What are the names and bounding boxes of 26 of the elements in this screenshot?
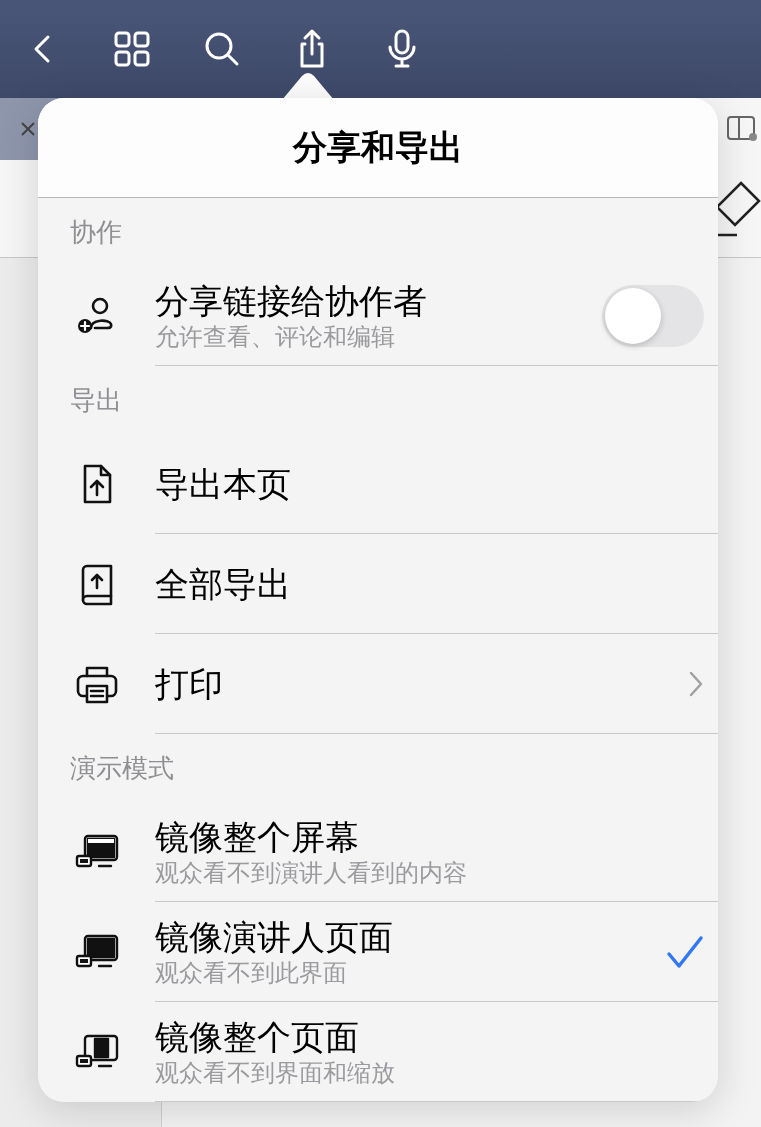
item-title: 镜像整个页面 (155, 1016, 360, 1058)
item-title: 全部导出 (155, 563, 292, 605)
menu-item[interactable]: 打印 (38, 634, 718, 734)
close-icon (20, 121, 36, 137)
toggle-switch[interactable] (602, 284, 704, 347)
item-title: 导出本页 (155, 463, 292, 505)
popover-title: 分享和导出 (293, 127, 463, 168)
item-subtitle: 允许查看、评论和编辑 (155, 321, 396, 352)
chevron-right-icon (688, 669, 704, 698)
menu-item[interactable]: 分享链接给协作者 允许查看、评论和编辑 (38, 266, 718, 366)
item-subtitle: 观众看不到界面和缩放 (155, 1057, 396, 1088)
item-subtitle: 观众看不到此界面 (155, 957, 348, 988)
menu-item[interactable]: 镜像整个屏幕 观众看不到演讲人看到的内容 (38, 802, 718, 902)
section-header: 演示模式 (70, 751, 174, 785)
item-title: 打印 (155, 663, 224, 705)
item-title: 镜像整个屏幕 (155, 816, 360, 858)
section-header: 导出 (70, 383, 122, 417)
menu-item[interactable]: 全部导出 (38, 534, 718, 634)
item-title: 分享链接给协作者 (155, 280, 428, 322)
menu-item[interactable]: 镜像整个页面 观众看不到界面和缩放 (38, 1002, 718, 1102)
item-subtitle: 观众看不到演讲人看到的内容 (155, 857, 468, 888)
section-header: 协作 (70, 215, 122, 249)
menu-item[interactable]: 镜像演讲人页面 观众看不到此界面 (38, 902, 718, 1002)
item-title: 镜像演讲人页面 (155, 916, 394, 958)
split-view-icon (727, 116, 757, 142)
menu-item[interactable]: 导出本页 (38, 434, 718, 534)
